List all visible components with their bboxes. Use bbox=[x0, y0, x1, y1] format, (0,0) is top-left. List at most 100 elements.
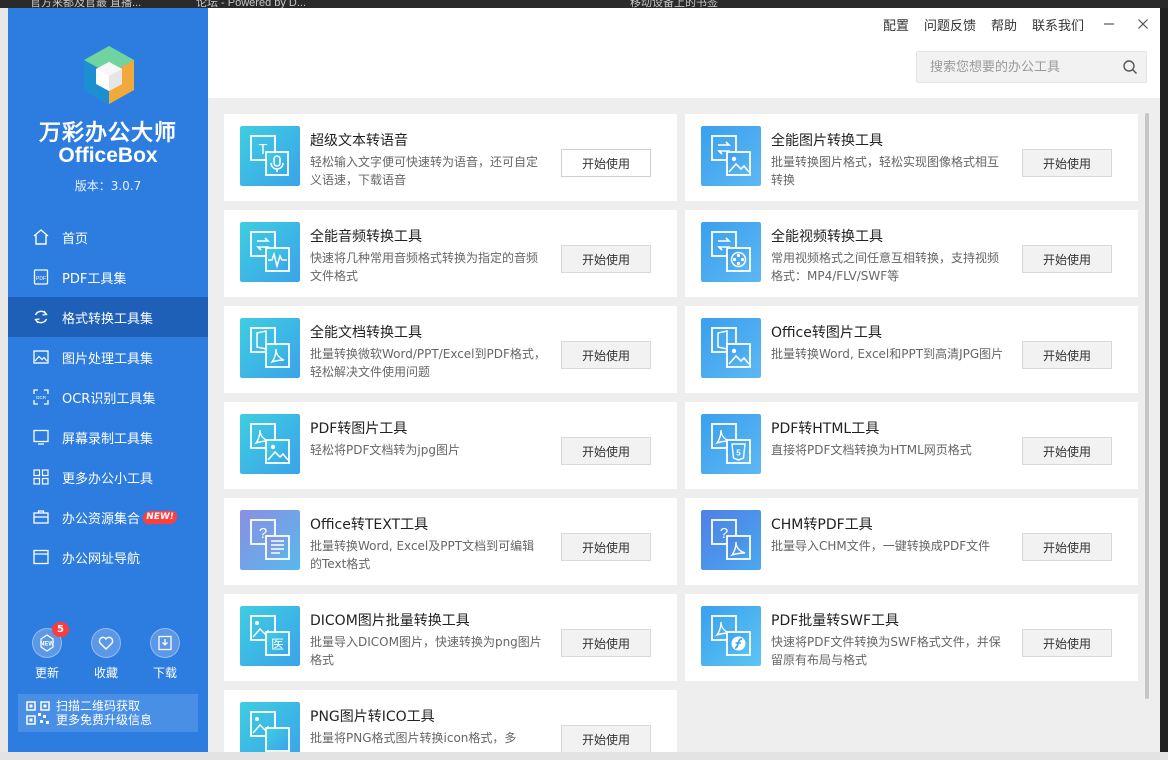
start-button[interactable]: 开始使用 bbox=[561, 437, 651, 465]
sidebar-nav: 首页 PDF PDF工具集 格式转换工具集 图片处理工具集 OCR OCR识别工… bbox=[8, 217, 208, 577]
pdf-icon: PDF bbox=[32, 268, 50, 286]
pdf-to-swf-icon bbox=[701, 606, 761, 666]
tool-card: PNG图片转ICO工具 批量将PNG格式图片转换icon格式，多 开始使用 bbox=[224, 690, 677, 752]
png-to-ico-icon bbox=[240, 702, 300, 752]
background-left-edge bbox=[0, 8, 8, 760]
sidebar-actions: NEW 5 更新 收藏 下载 bbox=[8, 622, 208, 681]
version-label: 版本：3.0.7 bbox=[74, 179, 142, 193]
tool-card: PDF批量转SWF工具 快速将PDF文件转换为SWF格式文件，并保留原有布局与格… bbox=[685, 594, 1138, 681]
taskbar-fragment: 移动设备上的书签 bbox=[630, 0, 718, 8]
app-name: 万彩办公大师 bbox=[38, 121, 177, 146]
start-button[interactable]: 开始使用 bbox=[1022, 149, 1112, 177]
feedback-link[interactable]: 问题反馈 bbox=[924, 15, 976, 34]
taskbar-fragment: 官方来都及官最 直播... bbox=[30, 0, 142, 8]
sidebar-item-format-convert[interactable]: 格式转换工具集 bbox=[8, 297, 208, 337]
sidebar-item-more-tools[interactable]: 更多办公小工具 bbox=[8, 457, 208, 497]
sidebar-item-label: PDF工具集 bbox=[62, 271, 127, 287]
sidebar-item-label: 屏幕录制工具集 bbox=[62, 431, 154, 447]
home-icon bbox=[32, 228, 50, 246]
ocr-icon: OCR bbox=[32, 388, 50, 406]
sidebar-item-web-nav[interactable]: 办公网址导航 bbox=[8, 537, 208, 577]
tool-title: Office转TEXT工具 bbox=[310, 517, 429, 533]
sidebar-item-label: OCR识别工具集 bbox=[62, 391, 156, 407]
tool-grid: T 超级文本转语音 轻松输入文字便可快速转为语音，还可自定义语速，下载语音 开始… bbox=[208, 98, 1160, 752]
tool-description: 批量转换Word, Excel和PPT到高清JPG图片 bbox=[771, 347, 1004, 361]
dicom-convert-icon: 医 bbox=[240, 606, 300, 666]
audio-convert-icon bbox=[240, 222, 300, 282]
sidebar-item-office-resources[interactable]: 办公资源集合 NEW! bbox=[8, 497, 208, 537]
tool-title: 全能视频转换工具 bbox=[771, 229, 883, 245]
start-button[interactable]: 开始使用 bbox=[561, 245, 651, 273]
download-icon bbox=[158, 635, 172, 651]
qr-code-promo[interactable]: 扫描二维码获取 更多免费升级信息 bbox=[18, 694, 198, 732]
search-input[interactable] bbox=[917, 59, 1107, 75]
tool-title: PNG图片转ICO工具 bbox=[310, 709, 435, 725]
minimize-button[interactable] bbox=[1092, 14, 1126, 34]
help-link[interactable]: 帮助 bbox=[991, 15, 1017, 34]
tool-description: 批量转换Word, Excel及PPT文档到可编辑的Text格式 bbox=[310, 539, 535, 571]
tool-description: 批量转换图片格式，轻松实现图像格式相互转换 bbox=[771, 155, 1000, 187]
app-window: 万彩办公大师 OfficeBox 版本：3.0.7 首页 PDF PDF工具集 … bbox=[8, 8, 1160, 752]
tool-title: PDF转图片工具 bbox=[310, 421, 408, 437]
svg-text:5: 5 bbox=[736, 449, 741, 458]
favorite-button[interactable]: 收藏 bbox=[86, 628, 126, 681]
update-button[interactable]: NEW 5 更新 bbox=[27, 622, 69, 681]
sidebar-item-image[interactable]: 图片处理工具集 bbox=[8, 337, 208, 377]
background-right-edge bbox=[1160, 8, 1168, 760]
officebox-logo-icon bbox=[84, 46, 134, 104]
sidebar-item-ocr[interactable]: OCR OCR识别工具集 bbox=[8, 377, 208, 417]
apps-icon bbox=[32, 468, 50, 486]
background-bottom-edge bbox=[0, 752, 1168, 760]
content-scrollbar[interactable] bbox=[1145, 113, 1149, 699]
start-button[interactable]: 开始使用 bbox=[561, 533, 651, 561]
text-to-speech-icon: T bbox=[240, 126, 300, 186]
update-label: 更新 bbox=[34, 666, 59, 680]
sidebar-item-pdf[interactable]: PDF PDF工具集 bbox=[8, 257, 208, 297]
start-button[interactable]: 开始使用 bbox=[1022, 245, 1112, 273]
tool-description: 轻松输入文字便可快速转为语音，还可自定义语速，下载语音 bbox=[310, 155, 539, 187]
tool-description: 批量导入DICOM图片，快速转换为png图片格式 bbox=[310, 635, 542, 667]
image-convert-icon bbox=[701, 126, 761, 186]
tool-title: Office转图片工具 bbox=[771, 325, 882, 341]
briefcase-icon bbox=[32, 508, 50, 526]
settings-link[interactable]: 配置 bbox=[883, 15, 909, 34]
sidebar-item-label: 办公网址导航 bbox=[62, 551, 141, 567]
start-button[interactable]: 开始使用 bbox=[561, 149, 651, 177]
svg-text:OCR: OCR bbox=[36, 395, 47, 400]
tool-description: 批量转换微软Word/PPT/Excel到PDF格式，轻松解决文件使用问题 bbox=[310, 347, 546, 379]
tool-description: 轻松将PDF文档转为jpg图片 bbox=[310, 443, 460, 457]
start-button[interactable]: 开始使用 bbox=[1022, 629, 1112, 657]
start-button[interactable]: 开始使用 bbox=[1022, 437, 1112, 465]
monitor-icon bbox=[32, 428, 50, 446]
search-icon[interactable] bbox=[1122, 59, 1138, 75]
start-button[interactable]: 开始使用 bbox=[561, 341, 651, 369]
tool-card: 5 PDF转HTML工具 直接将PDF文档转换为HTML网页格式 开始使用 bbox=[685, 402, 1138, 489]
qr-code-icon bbox=[26, 701, 50, 725]
minimize-icon bbox=[1104, 23, 1114, 25]
app-name-english: OfficeBox bbox=[58, 144, 158, 167]
contact-link[interactable]: 联系我们 bbox=[1032, 15, 1084, 34]
header: 配置 问题反馈 帮助 联系我们 bbox=[208, 8, 1160, 98]
search-box bbox=[916, 51, 1147, 83]
close-icon bbox=[1138, 19, 1148, 29]
tool-card: 全能音频转换工具 快速将几种常用音频格式转换为指定的音频文件格式 开始使用 bbox=[224, 210, 677, 297]
tool-title: DICOM图片批量转换工具 bbox=[310, 613, 470, 629]
start-button[interactable]: 开始使用 bbox=[1022, 341, 1112, 369]
sidebar-item-screen-record[interactable]: 屏幕录制工具集 bbox=[8, 417, 208, 457]
tool-description: 常用视频格式之间任意互相转换，支持视频格式：MP4/FLV/SWF等 bbox=[771, 251, 1000, 283]
start-button[interactable]: 开始使用 bbox=[561, 629, 651, 657]
background-taskbar: 官方来都及官最 直播... 论坛 - Powered by D... 移动设备上… bbox=[0, 0, 1168, 8]
sidebar-item-home[interactable]: 首页 bbox=[8, 217, 208, 257]
download-button[interactable]: 下载 bbox=[145, 628, 185, 681]
close-button[interactable] bbox=[1126, 14, 1160, 34]
tool-title: 超级文本转语音 bbox=[310, 133, 408, 149]
qr-line-1: 扫描二维码获取 bbox=[56, 699, 141, 713]
document-convert-icon bbox=[240, 318, 300, 378]
browser-icon bbox=[32, 548, 50, 566]
tool-title: 全能图片转换工具 bbox=[771, 133, 883, 149]
tool-card: T 超级文本转语音 轻松输入文字便可快速转为语音，还可自定义语速，下载语音 开始… bbox=[224, 114, 677, 201]
start-button[interactable]: 开始使用 bbox=[1022, 533, 1112, 561]
taskbar-fragment: 论坛 - Powered by D... bbox=[196, 0, 307, 8]
start-button[interactable]: 开始使用 bbox=[561, 725, 651, 752]
tool-card: 医 DICOM图片批量转换工具 批量导入DICOM图片，快速转换为png图片格式… bbox=[224, 594, 677, 681]
